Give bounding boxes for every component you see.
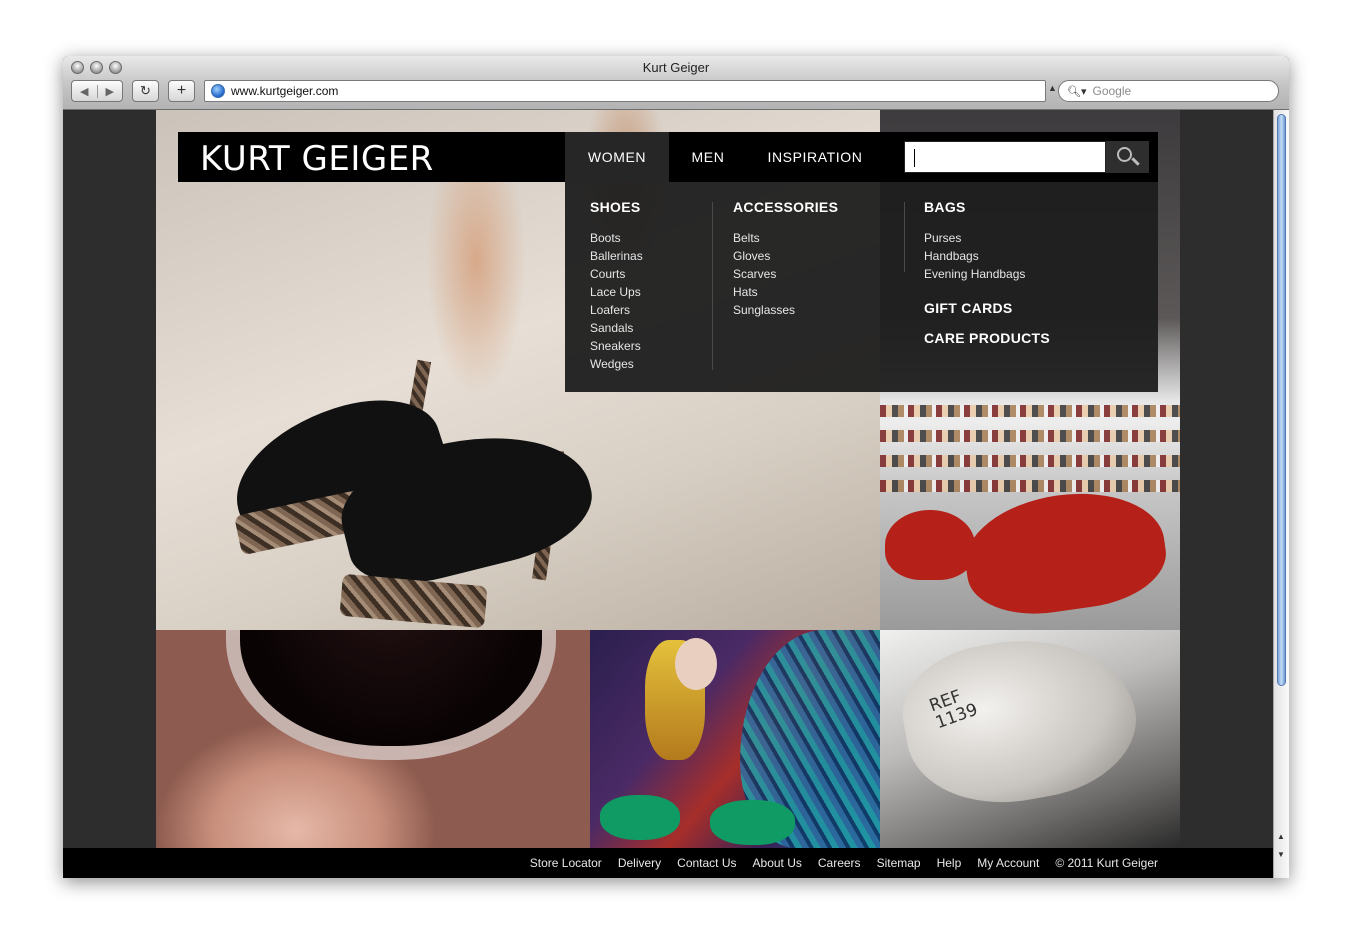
site-search-input[interactable] bbox=[904, 141, 1106, 173]
menu-heading-accessories[interactable]: ACCESSORIES bbox=[733, 199, 838, 229]
fashion-model-photo-tile[interactable] bbox=[590, 630, 880, 848]
menu-divider bbox=[904, 202, 905, 272]
menu-item-courts[interactable]: Courts bbox=[590, 265, 643, 283]
brand-logo[interactable]: KURT GEIGER bbox=[200, 139, 434, 179]
red-sofa bbox=[885, 510, 975, 580]
shoe-shelf bbox=[880, 480, 1180, 492]
footer-link-delivery[interactable]: Delivery bbox=[618, 856, 661, 870]
browser-toolbar: Kurt Geiger ◀ ▶ ↻ + www.kurtgeiger.com ▲… bbox=[63, 56, 1289, 110]
globe-icon bbox=[211, 84, 225, 98]
footer-link-my-account[interactable]: My Account bbox=[977, 856, 1039, 870]
women-mega-menu: SHOES Boots Ballerinas Courts Lace Ups L… bbox=[565, 182, 1158, 392]
shoe-last-photo-tile[interactable]: REF 1139 bbox=[880, 630, 1180, 848]
shoe-shelf bbox=[880, 405, 1180, 417]
menu-item-sunglasses[interactable]: Sunglasses bbox=[733, 301, 838, 319]
url-text: www.kurtgeiger.com bbox=[231, 84, 339, 98]
address-bar[interactable]: www.kurtgeiger.com bbox=[204, 80, 1046, 102]
nav-inspiration[interactable]: INSPIRATION bbox=[755, 132, 875, 182]
menu-heading-care-products[interactable]: CARE PRODUCTS bbox=[924, 330, 1050, 346]
reload-button[interactable]: ↻ bbox=[132, 80, 159, 102]
model-face bbox=[675, 638, 717, 690]
menu-item-gloves[interactable]: Gloves bbox=[733, 247, 838, 265]
browser-search-field[interactable]: 🔍︎▾ Google bbox=[1058, 80, 1279, 102]
forward-button[interactable]: ▶ bbox=[96, 84, 123, 98]
main-navigation: WOMEN MEN INSPIRATION bbox=[565, 132, 1158, 182]
menu-item-handbags[interactable]: Handbags bbox=[924, 247, 1025, 265]
shoe-shelf bbox=[880, 455, 1180, 467]
text-caret bbox=[914, 149, 915, 167]
menu-divider bbox=[712, 202, 713, 370]
menu-heading-shoes[interactable]: SHOES bbox=[590, 199, 643, 229]
sunglasses-lens bbox=[226, 630, 556, 760]
nav-men[interactable]: MEN bbox=[675, 132, 741, 182]
menu-item-boots[interactable]: Boots bbox=[590, 229, 643, 247]
brand-logo-bar[interactable]: KURT GEIGER bbox=[178, 132, 565, 182]
back-forward-buttons: ◀ ▶ bbox=[71, 80, 123, 102]
menu-heading-bags[interactable]: BAGS bbox=[924, 199, 1025, 229]
footer-link-store-locator[interactable]: Store Locator bbox=[530, 856, 602, 870]
footer-link-careers[interactable]: Careers bbox=[818, 856, 861, 870]
footer-copyright: © 2011 Kurt Geiger bbox=[1055, 856, 1158, 870]
menu-item-sneakers[interactable]: Sneakers bbox=[590, 337, 643, 355]
green-shoe bbox=[600, 795, 680, 840]
menu-item-scarves[interactable]: Scarves bbox=[733, 265, 838, 283]
menu-item-loafers[interactable]: Loafers bbox=[590, 301, 643, 319]
kurt-geiger-site: REF 1139 KURT GEIGER WOMEN MEN INSPIRATI… bbox=[156, 110, 1180, 848]
footer-link-about-us[interactable]: About Us bbox=[753, 856, 802, 870]
site-search-button[interactable] bbox=[1106, 141, 1149, 173]
browser-window: Kurt Geiger ◀ ▶ ↻ + www.kurtgeiger.com ▲… bbox=[63, 56, 1289, 878]
footer-link-help[interactable]: Help bbox=[937, 856, 962, 870]
footer-link-sitemap[interactable]: Sitemap bbox=[877, 856, 921, 870]
menu-heading-gift-cards[interactable]: GIFT CARDS bbox=[924, 300, 1013, 316]
add-bookmark-button[interactable]: + bbox=[168, 80, 195, 102]
menu-column-bags: BAGS Purses Handbags Evening Handbags bbox=[924, 199, 1025, 283]
green-shoe bbox=[710, 800, 795, 845]
search-icon-handle bbox=[1131, 157, 1140, 166]
menu-item-lace-ups[interactable]: Lace Ups bbox=[590, 283, 643, 301]
footer-link-contact-us[interactable]: Contact Us bbox=[677, 856, 736, 870]
menu-item-ballerinas[interactable]: Ballerinas bbox=[590, 247, 643, 265]
menu-column-accessories: ACCESSORIES Belts Gloves Scarves Hats Su… bbox=[733, 199, 838, 319]
window-title: Kurt Geiger bbox=[642, 60, 710, 75]
red-sofa bbox=[957, 481, 1173, 624]
shoe-shelf bbox=[880, 430, 1180, 442]
menu-item-sandals[interactable]: Sandals bbox=[590, 319, 643, 337]
site-footer: Store Locator Delivery Contact Us About … bbox=[63, 848, 1273, 878]
menu-item-hats[interactable]: Hats bbox=[733, 283, 838, 301]
menu-item-belts[interactable]: Belts bbox=[733, 229, 838, 247]
browser-search-placeholder: Google bbox=[1092, 84, 1132, 98]
footer-links: Store Locator Delivery Contact Us About … bbox=[530, 848, 1158, 878]
scroll-up-arrow-icon[interactable]: ▲ bbox=[1277, 832, 1285, 841]
web-page: REF 1139 KURT GEIGER WOMEN MEN INSPIRATI… bbox=[63, 110, 1273, 878]
back-button[interactable]: ◀ bbox=[72, 85, 97, 98]
scrollbar-thumb[interactable] bbox=[1277, 114, 1286, 686]
shoe-last-shape bbox=[892, 630, 1148, 819]
sole-shape bbox=[339, 573, 488, 629]
search-icon bbox=[1117, 147, 1132, 162]
vertical-scrollbar[interactable]: ▲ ▼ bbox=[1273, 110, 1289, 878]
menu-item-wedges[interactable]: Wedges bbox=[590, 355, 643, 373]
search-icon: 🔍︎▾ bbox=[1067, 85, 1087, 98]
menu-item-evening-handbags[interactable]: Evening Handbags bbox=[924, 265, 1025, 283]
nav-women[interactable]: WOMEN bbox=[565, 132, 669, 182]
menu-column-shoes: SHOES Boots Ballerinas Courts Lace Ups L… bbox=[590, 199, 643, 373]
menu-item-purses[interactable]: Purses bbox=[924, 229, 1025, 247]
scroll-down-arrow-icon[interactable]: ▼ bbox=[1277, 850, 1285, 859]
sunglasses-photo-tile[interactable] bbox=[156, 630, 590, 848]
